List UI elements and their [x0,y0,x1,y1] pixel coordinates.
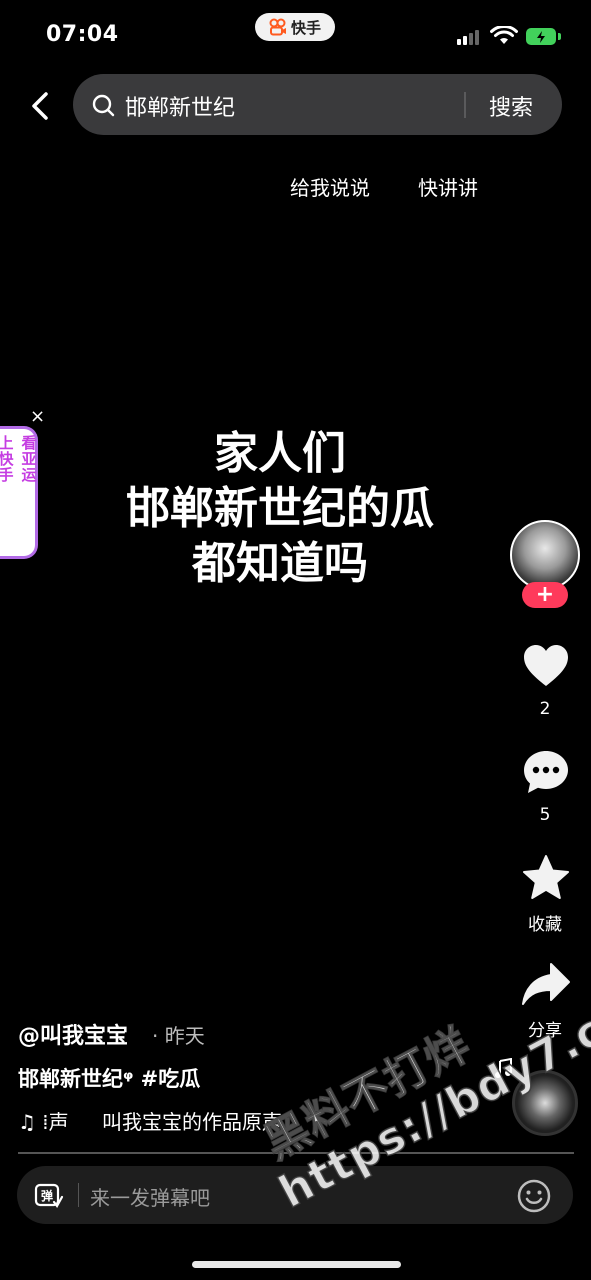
kuaishou-logo-icon [269,18,286,36]
danmaku-input[interactable]: 来一发弹幕吧 [90,1182,210,1211]
favorite-label: 收藏 [528,915,562,935]
tab-kuai-jiang-jiang[interactable]: 快讲讲 [418,172,478,201]
comment-count: 5 [539,805,551,825]
search-icon [92,94,115,117]
wifi-icon [490,26,518,44]
video-caption: 家人们 邯郸新世纪的瓜 都知道吗 [0,426,560,591]
emoji-icon[interactable] [516,1178,552,1214]
like-button[interactable] [520,640,572,692]
like-count: 2 [539,699,551,719]
music-note-label: ♫ ⁞声 [18,1110,69,1134]
favorite-button[interactable] [520,852,572,904]
svg-text:弹: 弹 [41,1188,53,1203]
comment-button[interactable] [520,746,572,798]
post-tags[interactable]: 邯郸新世纪ᵠ #吃瓜 [18,1063,200,1093]
star-icon [523,855,569,899]
app-origin-label: 快手 [290,18,321,37]
app-origin-pill[interactable]: 快手 [255,13,335,41]
back-button[interactable] [24,86,56,126]
comment-divider [78,1183,79,1207]
charging-bolt-icon [537,30,545,43]
chevron-left-icon [32,92,48,120]
author-name[interactable]: @叫我宝宝 [18,1018,128,1050]
cellular-signal-icon [457,30,479,45]
status-time: 07:04 [46,22,119,47]
caption-line-2: 邯郸新世纪的瓜 [126,483,434,534]
search-divider [464,92,466,118]
post-time: · 昨天 [152,1024,205,1048]
caption-line-1: 家人们 [214,428,346,479]
battery-icon [526,28,556,45]
battery-tip [558,33,561,40]
caption-line-3: 都知道吗 [192,538,368,589]
home-indicator [192,1261,401,1268]
follow-button[interactable]: + [522,582,568,608]
author-avatar[interactable] [510,520,580,590]
heart-icon [524,645,568,686]
comment-bubble-icon [524,751,568,793]
search-button[interactable]: 搜索 [489,90,533,122]
danmaku-toggle-icon[interactable]: 弹 [34,1182,64,1210]
search-input[interactable]: 邯郸新世纪 [125,90,235,122]
tab-gei-wo-shuo-shuo[interactable]: 给我说说 [290,172,370,201]
banner-close-icon[interactable]: × [30,406,45,427]
